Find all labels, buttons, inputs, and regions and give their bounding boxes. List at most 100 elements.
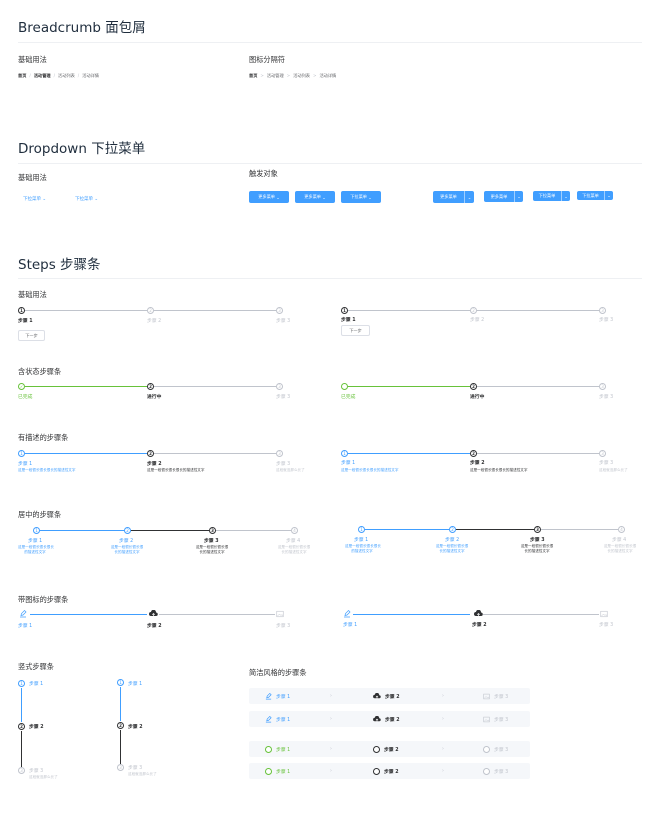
steps-simple-heading: 简洁风格的步骤条 bbox=[249, 668, 307, 677]
chevron-right-icon: › bbox=[442, 693, 444, 699]
split-button-main[interactable]: 更多菜单 bbox=[484, 191, 514, 202]
breadcrumb-item[interactable]: 活动管理 bbox=[34, 73, 51, 78]
edit-icon bbox=[265, 715, 272, 722]
step-line bbox=[25, 453, 147, 454]
step-icon: 3 bbox=[117, 764, 124, 771]
step-icon: 4 bbox=[291, 527, 298, 534]
step-title: 步骤 3 bbox=[599, 318, 614, 323]
steps-status-heading: 含状态步骤条 bbox=[18, 367, 62, 376]
split-button-main[interactable]: 下拉菜单 bbox=[533, 191, 561, 201]
breadcrumb-item-home[interactable]: 首页 bbox=[249, 73, 257, 78]
step-title: 步骤 3 bbox=[29, 769, 44, 774]
steps-vertical-heading: 竖式步骤条 bbox=[18, 662, 54, 671]
split-dropdown-button: 更多菜单 ⌄ bbox=[433, 191, 474, 203]
chevron-right-icon: › bbox=[330, 746, 332, 752]
step-title: 步骤 1 bbox=[18, 462, 33, 467]
dropdown-button[interactable]: 下拉菜单 ⌄ bbox=[341, 191, 381, 203]
breadcrumb-item-home[interactable]: 首页 bbox=[18, 73, 26, 78]
step-icon: 2 bbox=[470, 383, 477, 390]
picture-icon bbox=[600, 610, 608, 618]
split-dropdown-button: 下拉菜单 ⌄ bbox=[577, 191, 613, 200]
step-title: 步骤 3 bbox=[276, 395, 291, 400]
dropdown-section-title: Dropdown 下拉菜单 bbox=[18, 141, 146, 157]
chevron-down-icon[interactable]: ⌄ bbox=[561, 191, 570, 201]
step-title: 已完成 bbox=[18, 395, 33, 400]
step-line bbox=[40, 530, 124, 531]
breadcrumb-item[interactable]: 活动管理 bbox=[267, 73, 284, 78]
step-line bbox=[353, 614, 470, 615]
steps-basic-heading: 基础用法 bbox=[18, 290, 47, 299]
dropdown-basic-heading: 基础用法 bbox=[18, 173, 47, 182]
simple-step: 步骤 1 bbox=[265, 741, 290, 757]
next-step-button[interactable]: 下一步 bbox=[341, 325, 370, 336]
step-title: 步骤 2 bbox=[29, 725, 44, 730]
simple-steps: 步骤 1 › 步骤 2 › 步骤 3 bbox=[249, 741, 530, 757]
divider bbox=[18, 163, 642, 164]
simple-step: 步骤 2 bbox=[373, 741, 399, 757]
split-button-main[interactable]: 下拉菜单 bbox=[577, 191, 604, 200]
dropdown-link[interactable]: 下拉菜单 ⌄ bbox=[75, 196, 98, 202]
step-icon: 2 bbox=[147, 450, 154, 457]
step-icon: 1 bbox=[18, 450, 25, 457]
simple-step: 步骤 1 bbox=[265, 711, 290, 727]
edit-icon bbox=[343, 610, 351, 618]
step-title: 步骤 3 bbox=[599, 623, 614, 628]
simple-step: 步骤 2 bbox=[373, 688, 400, 704]
step-description: 这段就没那么长了 bbox=[599, 468, 628, 472]
step-icon: 3 bbox=[534, 526, 541, 533]
step-line bbox=[348, 310, 470, 311]
chevron-down-icon[interactable]: ⌄ bbox=[464, 191, 474, 203]
step-line bbox=[477, 310, 599, 311]
steps-centered-heading: 居中的步骤条 bbox=[18, 510, 62, 519]
breadcrumb-item[interactable]: 活动列表 bbox=[293, 73, 310, 78]
edit-icon bbox=[19, 610, 27, 618]
step-title: 步骤 3 bbox=[599, 395, 614, 400]
simple-step: 步骤 3 bbox=[483, 741, 508, 757]
picture-icon bbox=[276, 610, 284, 618]
simple-step: 步骤 1 bbox=[265, 688, 290, 704]
next-step-button[interactable]: 下一步 bbox=[18, 330, 45, 341]
step-line bbox=[120, 730, 121, 764]
step-icon: 1 bbox=[18, 680, 25, 687]
dropdown-button[interactable]: 更多菜单 ⌄ bbox=[249, 191, 289, 203]
chevron-right-icon: › bbox=[330, 768, 332, 774]
simple-step: 步骤 3 bbox=[483, 688, 508, 704]
breadcrumb-item: 活动列表 bbox=[58, 73, 75, 78]
step-title: 步骤 3 bbox=[276, 319, 291, 324]
step-description: 这是一段很长很长很长的描述性文字 bbox=[341, 468, 399, 472]
split-dropdown-button: 下拉菜单 ⌄ bbox=[533, 191, 570, 201]
breadcrumb-item: 活动详情 bbox=[319, 73, 337, 78]
step-title: 步骤 3 bbox=[530, 538, 545, 543]
step-description: 这是一段很长很长很长的描述性文字 bbox=[195, 545, 229, 554]
picture-icon bbox=[483, 693, 490, 699]
step-title: 步骤 3 bbox=[276, 624, 291, 629]
chevron-down-icon[interactable]: ⌄ bbox=[604, 191, 613, 200]
step-title: 步骤 1 bbox=[18, 319, 33, 324]
simple-steps: 步骤 1 › 步骤 2 › 步骤 3 bbox=[249, 688, 530, 704]
step-icon bbox=[265, 767, 272, 775]
step-icon: 1 bbox=[358, 526, 365, 533]
step-icon: 2 bbox=[18, 723, 25, 730]
simple-step: 步骤 2 bbox=[373, 711, 400, 727]
steps-described-heading: 有描述的步骤条 bbox=[18, 433, 69, 442]
step-icon bbox=[341, 383, 348, 390]
step-description: 这是一段很长很长很长的描述性文字 bbox=[147, 468, 205, 472]
step-title: 步骤 2 bbox=[147, 319, 162, 324]
dropdown-button[interactable]: 更多菜单 ⌄ bbox=[295, 191, 335, 203]
chevron-right-icon: › bbox=[330, 693, 332, 699]
step-line bbox=[483, 614, 599, 615]
dropdown-link[interactable]: 下拉菜单 ⌄ bbox=[23, 196, 46, 202]
step-icon: 2 bbox=[449, 526, 456, 533]
chevron-down-icon[interactable]: ⌄ bbox=[514, 191, 523, 202]
breadcrumb-separator: / bbox=[53, 73, 55, 78]
steps-icon-heading: 带图标的步骤条 bbox=[18, 595, 69, 604]
step-line bbox=[120, 687, 121, 721]
divider bbox=[18, 278, 642, 279]
upload-icon bbox=[373, 692, 381, 699]
simple-step: 步骤 2 bbox=[373, 763, 399, 779]
split-button-main[interactable]: 更多菜单 bbox=[433, 191, 464, 203]
step-title: 步骤 3 bbox=[276, 462, 291, 467]
step-line bbox=[25, 386, 147, 387]
step-line bbox=[348, 453, 470, 454]
step-line bbox=[21, 688, 22, 722]
